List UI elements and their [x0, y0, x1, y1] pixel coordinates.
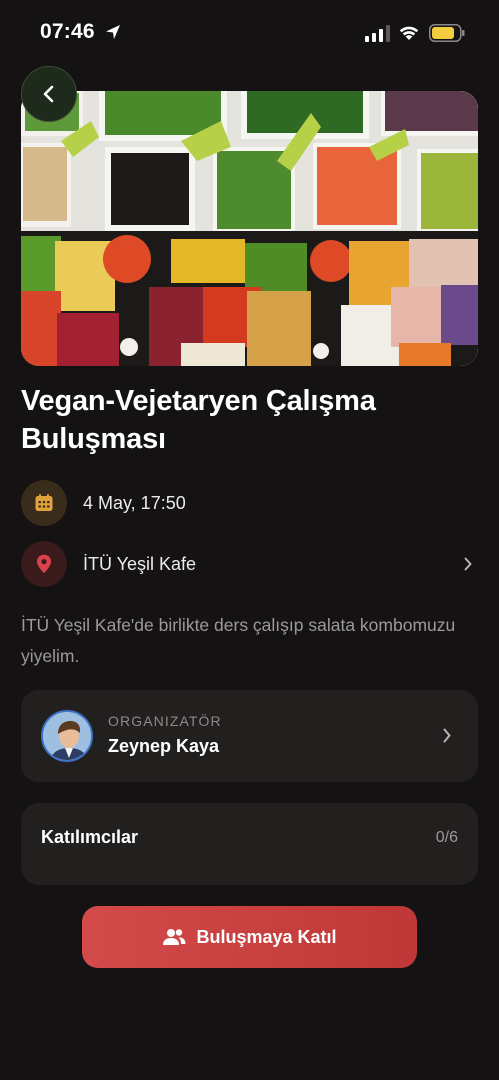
- event-title: Vegan-Vejetaryen Çalışma Buluşması: [21, 385, 376, 455]
- organizer-label: ORGANIZATÖR: [108, 713, 222, 729]
- participants-label: Katılımcılar: [41, 827, 139, 847]
- wifi-icon: [399, 26, 419, 40]
- event-description: İTÜ Yeşil Kafe'de birlikte ders çalışıp …: [21, 615, 456, 666]
- battery-icon: [429, 24, 465, 42]
- map-pin-icon: [21, 541, 67, 587]
- chevron-right-icon: [464, 557, 472, 571]
- event-location: İTÜ Yeşil Kafe: [83, 553, 197, 574]
- participants-count: 0/6: [435, 829, 458, 846]
- avatar: [41, 710, 93, 762]
- event-date: 4 May, 17:50: [83, 492, 186, 513]
- organizer-card[interactable]: ORGANIZATÖR Zeynep Kaya: [21, 690, 478, 782]
- organizer-name: Zeynep Kaya: [108, 736, 220, 756]
- status-time: 07:46: [40, 20, 95, 43]
- users-icon: [163, 929, 186, 945]
- chevron-right-icon: [443, 728, 451, 743]
- cellular-signal-icon: [365, 25, 390, 42]
- event-location-row[interactable]: İTÜ Yeşil Kafe: [21, 541, 479, 587]
- calendar-icon: [21, 480, 67, 526]
- join-button-label: Buluşmaya Katıl: [196, 926, 337, 947]
- event-date-row: 4 May, 17:50: [21, 480, 479, 526]
- chevron-left-icon: [43, 85, 54, 103]
- status-bar: 07:46: [0, 0, 499, 66]
- event-image: [21, 91, 478, 366]
- join-button[interactable]: Buluşmaya Katıl: [82, 906, 417, 968]
- location-arrow-icon: [106, 25, 120, 39]
- back-button[interactable]: [21, 66, 77, 122]
- participants-card: Katılımcılar 0/6: [21, 803, 478, 885]
